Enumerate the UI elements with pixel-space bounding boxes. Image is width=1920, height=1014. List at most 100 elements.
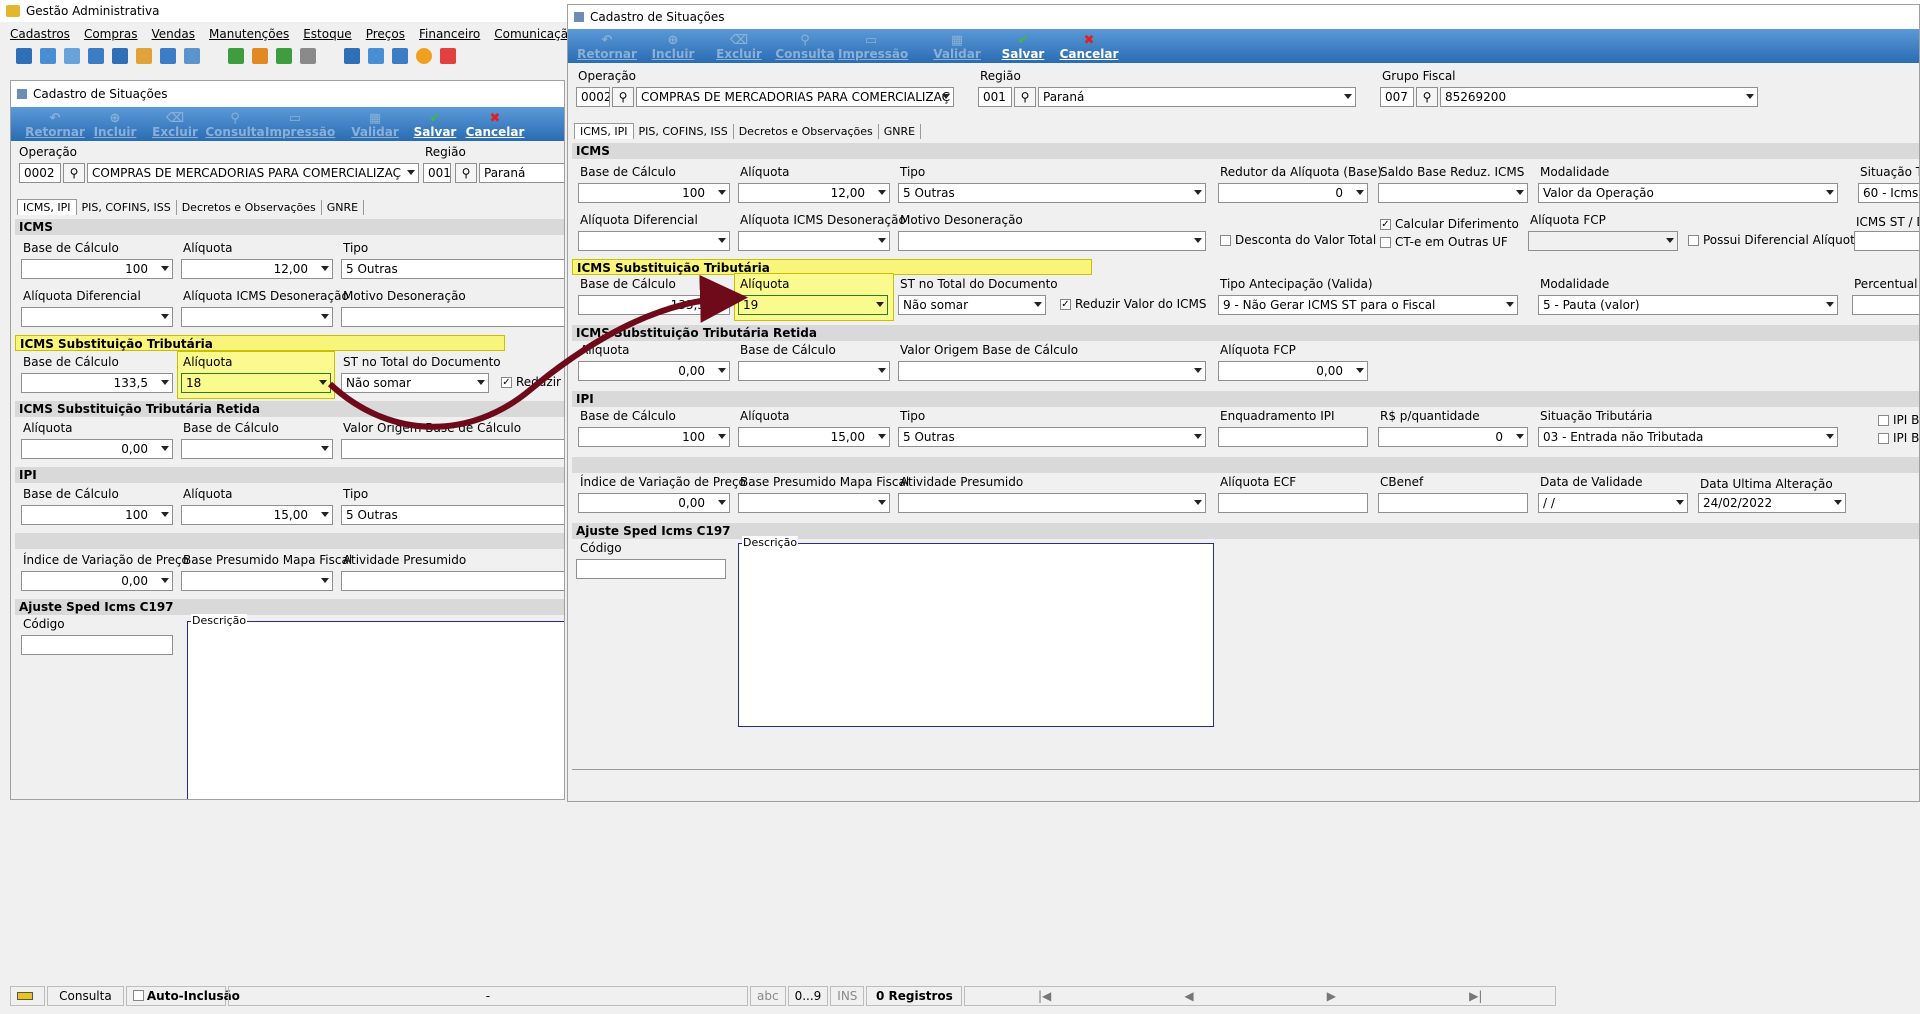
chevron-down-icon[interactable] xyxy=(878,500,886,505)
menu-item[interactable]: Estoque xyxy=(303,27,352,41)
st-ret-aliq-field[interactable]: 0,00 xyxy=(578,361,730,381)
chevron-down-icon[interactable] xyxy=(321,266,329,271)
tab-gnre[interactable]: GNRE xyxy=(322,200,365,215)
toolbar-icon[interactable] xyxy=(392,48,408,64)
checkbox-box[interactable] xyxy=(1878,414,1889,426)
menu-item[interactable]: Compras xyxy=(84,27,138,41)
chevron-down-icon[interactable] xyxy=(878,238,886,243)
indice-field[interactable]: 0,00 xyxy=(578,493,730,513)
operacao-desc-field[interactable]: COMPRAS DE MERCADORIAS PARA COMERCIALIZA… xyxy=(87,163,419,183)
checkbox-box[interactable] xyxy=(1688,234,1699,246)
regiao-code-field[interactable]: 001 xyxy=(978,87,1012,107)
chevron-down-icon[interactable] xyxy=(1834,500,1842,505)
tab-icms-ipi[interactable]: ICMS, IPI xyxy=(17,199,77,215)
ult-alt-field[interactable]: 24/02/2022 xyxy=(1698,493,1846,513)
auto-inclusao-checkbox[interactable]: Auto-Inclusão xyxy=(125,986,240,1006)
ipi-base-field[interactable]: 100 xyxy=(578,427,730,447)
chevron-down-icon[interactable] xyxy=(161,446,169,451)
tab-decretos-e-observa-es[interactable]: Decretos e Observações xyxy=(734,124,879,139)
toolbar-icon[interactable] xyxy=(112,48,128,64)
chevron-down-icon[interactable] xyxy=(321,446,329,451)
chevron-down-icon[interactable] xyxy=(1676,500,1684,505)
search-button[interactable]: ⚲ xyxy=(1014,87,1036,107)
icms-aliq-dif-field[interactable] xyxy=(21,307,173,327)
toolbar-icon[interactable] xyxy=(416,48,432,64)
checkbox-box[interactable]: ✓ xyxy=(1380,218,1391,230)
icms-aliq-dif-field[interactable] xyxy=(578,231,730,251)
ipi-enq-field[interactable] xyxy=(1218,427,1368,447)
ativ-field[interactable] xyxy=(898,493,1206,513)
chevron-down-icon[interactable] xyxy=(1194,238,1202,243)
base-pres-field[interactable] xyxy=(738,493,890,513)
chevron-down-icon[interactable] xyxy=(718,302,726,307)
ipi-tipo-field[interactable]: 5 Outras xyxy=(341,505,564,525)
ipi-aliq-field[interactable]: 15,00 xyxy=(181,505,333,525)
icms-fcp-field[interactable] xyxy=(1528,231,1678,251)
chevron-down-icon[interactable] xyxy=(1826,302,1834,307)
tab-pis-cofins-iss[interactable]: PIS, COFINS, ISS xyxy=(77,200,177,215)
search-button[interactable]: ⚲ xyxy=(63,163,85,183)
menu-item[interactable]: Vendas xyxy=(152,27,196,41)
chevron-down-icon[interactable] xyxy=(1344,94,1352,99)
toolbar-icon[interactable] xyxy=(40,48,56,64)
st-aliq-field[interactable]: 18 xyxy=(181,373,331,393)
chevron-down-icon[interactable] xyxy=(1194,434,1202,439)
search-button[interactable]: ⚲ xyxy=(1416,87,1438,107)
chevron-down-icon[interactable] xyxy=(1516,190,1524,195)
tab-pis-cofins-iss[interactable]: PIS, COFINS, ISS xyxy=(634,124,734,139)
st-base-field[interactable]: 133,5 xyxy=(21,373,173,393)
st-modal-field[interactable]: 5 - Pauta (valor) xyxy=(1538,295,1838,315)
tab-icms-ipi[interactable]: ICMS, IPI xyxy=(574,123,634,139)
toolbar-icon[interactable] xyxy=(64,48,80,64)
reduzir-checkbox[interactable]: ✓ Reduzir V xyxy=(501,375,564,389)
chevron-down-icon[interactable] xyxy=(321,314,329,319)
toolbar-icon[interactable] xyxy=(276,48,292,64)
toolbar-icon[interactable] xyxy=(252,48,268,64)
impressão-button[interactable]: ▭ Impressão xyxy=(838,33,908,61)
icms-aliq-field[interactable]: 12,00 xyxy=(738,183,890,203)
next-record-icon[interactable]: ▶ xyxy=(1327,987,1336,1005)
consulta-button[interactable]: ⚲ Consulta xyxy=(205,111,265,139)
base-pres-field[interactable] xyxy=(181,571,333,591)
icms-tipo-field[interactable]: 5 Outras xyxy=(341,259,564,279)
chevron-down-icon[interactable] xyxy=(718,434,726,439)
tab-decretos-e-observa-es[interactable]: Decretos e Observações xyxy=(177,200,322,215)
chevron-down-icon[interactable] xyxy=(407,170,415,175)
chevron-down-icon[interactable] xyxy=(161,380,169,385)
chevron-down-icon[interactable] xyxy=(1034,302,1042,307)
chevron-down-icon[interactable] xyxy=(1506,302,1514,307)
ipi-sit-field[interactable]: 03 - Entrada não Tributada xyxy=(1538,427,1838,447)
chevron-down-icon[interactable] xyxy=(878,190,886,195)
chevron-down-icon[interactable] xyxy=(1194,190,1202,195)
cancelar-button[interactable]: ✖ Cancelar xyxy=(465,111,525,139)
possui-diferencial-checkbox[interactable]: Possui Diferencial Alíquota xyxy=(1688,233,1862,247)
checkbox-box[interactable] xyxy=(1878,432,1889,444)
first-record-icon[interactable]: |◀ xyxy=(1038,987,1051,1005)
cancelar-button[interactable]: ✖ Cancelar xyxy=(1056,33,1122,61)
st-ret-valor-origem-field[interactable] xyxy=(898,361,1206,381)
operacao-code-field[interactable]: 0002 xyxy=(576,87,610,107)
chevron-down-icon[interactable] xyxy=(161,314,169,319)
validar-button[interactable]: ▦ Validar xyxy=(345,111,405,139)
retornar-button[interactable]: ↶ Retornar xyxy=(25,111,85,139)
checkbox-box[interactable] xyxy=(1380,236,1391,248)
cte-checkbox[interactable]: CT-e em Outras UF xyxy=(1380,235,1508,249)
menu-item[interactable]: Manutenções xyxy=(209,27,289,41)
icms-st-dif-field[interactable] xyxy=(1854,231,1919,251)
st-total-field[interactable]: Não somar xyxy=(341,373,489,393)
toolbar-icon[interactable] xyxy=(368,48,384,64)
chevron-down-icon[interactable] xyxy=(161,512,169,517)
toolbar-icon[interactable] xyxy=(344,48,360,64)
icms-modal-field[interactable]: Valor da Operação xyxy=(1538,183,1838,203)
menu-item[interactable]: Comunicação xyxy=(494,27,575,41)
ativ-field[interactable] xyxy=(341,571,564,591)
chevron-down-icon[interactable] xyxy=(878,434,886,439)
chevron-down-icon[interactable] xyxy=(1356,190,1364,195)
indice-field[interactable]: 0,00 xyxy=(21,571,173,591)
icms-base-field[interactable]: 100 xyxy=(578,183,730,203)
regiao-code-field[interactable]: 001 xyxy=(423,163,451,183)
sped-codigo-field[interactable] xyxy=(576,559,726,579)
ipi-bas-checkbox-1[interactable]: IPI Bas xyxy=(1878,413,1919,427)
incluir-button[interactable]: ⊕ Incluir xyxy=(85,111,145,139)
impressão-button[interactable]: ▭ Impressão xyxy=(265,111,335,139)
